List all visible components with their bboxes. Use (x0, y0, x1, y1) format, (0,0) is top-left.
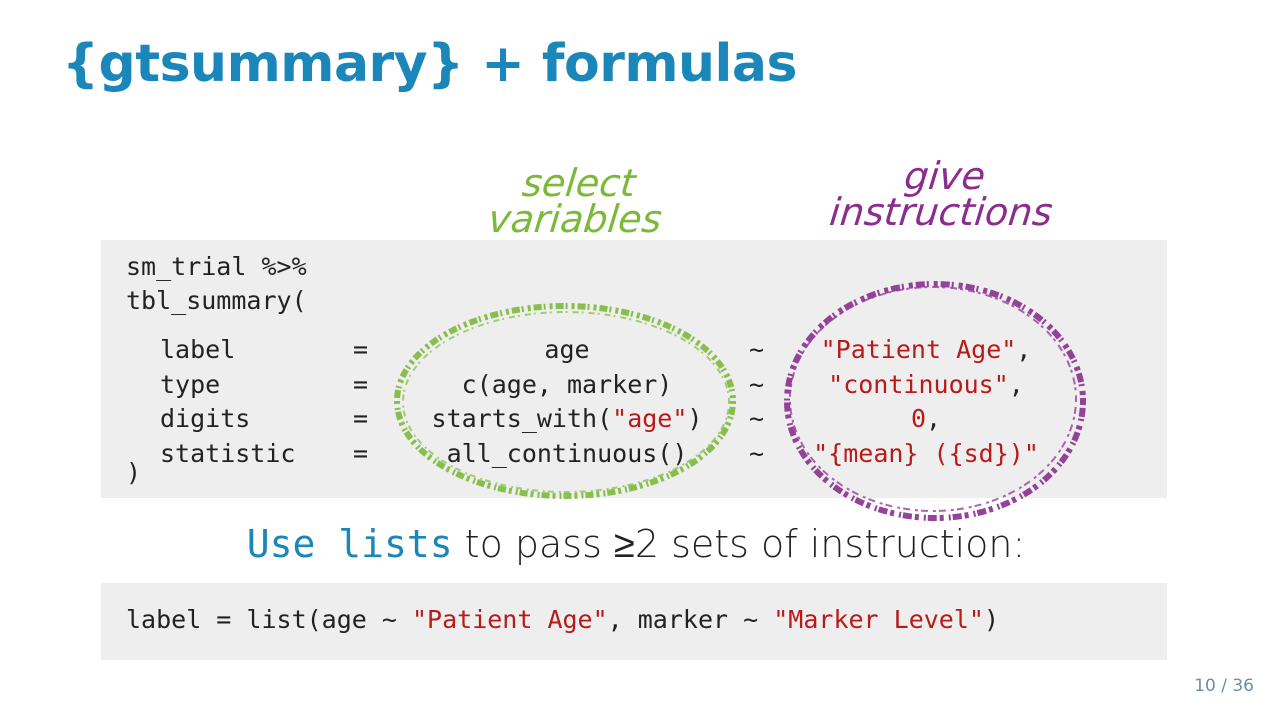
code-instruction: 0, (910, 404, 942, 433)
code-arg: digits (160, 404, 251, 433)
code-equals: = (353, 439, 369, 468)
code-instruction: "{mean} ({sd})" (813, 439, 1039, 468)
code-block-list: label = list(age ~ "Patient Age", marker… (101, 583, 1167, 660)
slide-title: {gtsummary} + formulas (62, 34, 797, 94)
code-selector: c(age, marker) (461, 370, 673, 399)
code-tilde: ~ (749, 335, 765, 364)
code-line-label-list: label = list(age ~ "Patient Age", marker… (126, 605, 1000, 634)
code-arg: label (160, 335, 236, 364)
code-tilde: ~ (749, 404, 765, 433)
give-instructions-annotation: give instructions (794, 154, 1092, 234)
select-variables-annotation: select variables (458, 161, 696, 241)
code-selector: all_continuous() (446, 439, 688, 468)
code-tilde: ~ (749, 370, 765, 399)
page-number: 10 / 36 (1194, 676, 1254, 696)
subtitle-code: Use lists (246, 522, 453, 566)
code-selector: age (544, 335, 590, 364)
code-block-tbl-summary: sm_trial %>% tbl_summary( label = age ~ … (101, 240, 1167, 498)
subtitle-text: to pass ≥2 sets of instruction: (452, 522, 1026, 566)
give-annotation-line2: instructions (827, 190, 1055, 234)
subtitle: Use lists to pass ≥2 sets of instruction… (0, 522, 1272, 567)
code-arg: statistic (160, 439, 296, 468)
code-equals: = (353, 370, 369, 399)
code-tilde: ~ (749, 439, 765, 468)
code-line-pipe: sm_trial %>% (126, 252, 307, 281)
code-line-close: ) (126, 458, 142, 487)
code-selector: starts_with("age") (431, 404, 703, 433)
select-annotation-line1: select (520, 161, 638, 205)
code-equals: = (353, 335, 369, 364)
code-instruction: "continuous", (828, 370, 1024, 399)
code-line-function: tbl_summary( (126, 286, 307, 315)
select-annotation-line2: variables (486, 197, 664, 241)
code-arg: type (160, 370, 221, 399)
code-instruction: "Patient Age", (820, 335, 1032, 364)
code-equals: = (353, 404, 369, 433)
give-annotation-line1: give (902, 154, 988, 198)
